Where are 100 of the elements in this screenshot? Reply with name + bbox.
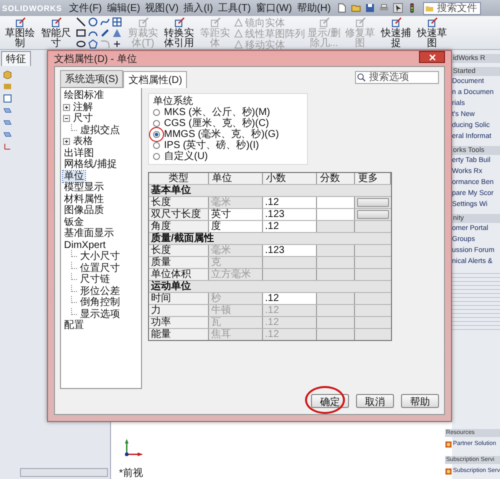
dialog-tab[interactable]: 文档属性(D) xyxy=(123,71,188,88)
ellipse-icon[interactable] xyxy=(76,39,86,49)
table-cell[interactable]: .123 xyxy=(263,245,317,256)
table-cell[interactable] xyxy=(263,269,317,280)
line-icon[interactable] xyxy=(76,17,86,27)
rectangle-icon[interactable] xyxy=(76,28,86,38)
radio-button[interactable] xyxy=(153,131,160,138)
dialog-tab[interactable]: 系统选项(S) xyxy=(60,70,124,87)
table-cell[interactable] xyxy=(317,245,355,256)
radio-label[interactable]: 自定义(U) xyxy=(164,151,208,162)
table-cell[interactable] xyxy=(317,221,355,232)
radio-button[interactable] xyxy=(153,153,160,160)
table-cell[interactable] xyxy=(317,269,355,280)
tree-item[interactable]: 尺寸链 xyxy=(79,274,111,286)
menu-item[interactable]: 工具(T) xyxy=(216,1,253,15)
sketch-tool-icon xyxy=(426,17,438,28)
expander-icon[interactable] xyxy=(63,138,70,146)
toolbar-button[interactable]: 草图绘制 xyxy=(3,17,37,49)
scroll-bar[interactable] xyxy=(20,468,108,477)
tree-item[interactable]: 尺寸 xyxy=(72,113,94,124)
table-cell[interactable] xyxy=(317,209,355,220)
radio-label[interactable]: MMGS (毫米、克、秒)(G) xyxy=(164,129,279,140)
tree-item[interactable]: 材料属性 xyxy=(63,194,105,205)
table-cell[interactable]: .12 xyxy=(263,221,317,232)
table-cell[interactable] xyxy=(317,293,355,304)
resource-icon xyxy=(445,441,452,448)
tree-item[interactable]: 表格 xyxy=(72,136,94,148)
table-cell[interactable]: 英寸 xyxy=(209,209,263,220)
folder-icon[interactable] xyxy=(350,3,361,13)
tree-item[interactable]: 位置尺寸 xyxy=(79,262,121,274)
pointer-icon[interactable] xyxy=(392,3,403,13)
tree-item[interactable]: 形位公差 xyxy=(79,286,121,297)
column-header: 分数 xyxy=(317,173,355,184)
tree-item[interactable]: 绘图标准 xyxy=(63,90,105,102)
search-field[interactable]: 搜索选项 xyxy=(355,71,439,84)
close-button[interactable] xyxy=(419,51,445,63)
sketch-tool-icon xyxy=(138,17,148,28)
circle-icon[interactable] xyxy=(88,17,98,27)
tree-item[interactable]: 图像品质 xyxy=(63,205,105,216)
tree-item[interactable]: 网格线/捕捉 xyxy=(63,159,118,170)
axis-triad-drawing xyxy=(123,438,145,458)
table-cell[interactable]: .12 xyxy=(263,293,317,304)
radio-label[interactable]: CGS (厘米、克、秒)(C) xyxy=(164,118,269,129)
tree-item[interactable]: 模型显示 xyxy=(63,182,105,194)
tree-item[interactable]: 配置 xyxy=(63,320,85,332)
table-cell[interactable]: .123 xyxy=(263,209,317,220)
tree-item[interactable]: 显示选项 xyxy=(79,308,121,320)
tree-item[interactable]: 基准面显示 xyxy=(63,228,115,240)
spline-icon[interactable] xyxy=(100,17,110,27)
table-cell[interactable] xyxy=(317,329,355,340)
tree-item[interactable]: 虚拟交点 xyxy=(79,124,121,136)
menu-item[interactable]: 文件(F) xyxy=(67,1,104,15)
menu-item[interactable]: 帮助(H) xyxy=(294,1,333,15)
column-header: 小数 xyxy=(263,173,317,184)
radio-label[interactable]: IPS (英寸、磅、秒)(I) xyxy=(164,140,259,151)
dialog-button[interactable]: 帮助 xyxy=(401,394,439,408)
tree-item[interactable]: 钣金 xyxy=(63,216,85,228)
radio-label[interactable]: MKS (米、公斤、秒)(M) xyxy=(164,107,270,118)
menu-item[interactable]: 视图(V) xyxy=(143,1,181,15)
sketch-tool-icon xyxy=(318,17,330,28)
radio-button[interactable] xyxy=(153,109,160,116)
toolbar-button[interactable]: 快速草图 xyxy=(415,17,449,49)
tree-item[interactable]: 倒角控制 xyxy=(79,297,121,308)
tree-item[interactable]: 大小尺寸 xyxy=(79,251,121,262)
menu-item[interactable]: 插入(I) xyxy=(182,1,216,15)
tree-item[interactable]: DimXpert xyxy=(63,240,107,251)
dialog-button[interactable]: 取消 xyxy=(356,394,394,408)
tree-item[interactable]: 注解 xyxy=(72,102,94,113)
tree-item[interactable]: 出详图 xyxy=(63,148,95,159)
toolbar-button[interactable]: 快速捕捉 xyxy=(379,17,413,49)
table-cell[interactable] xyxy=(263,257,317,268)
toolbar-button[interactable]: 智能尺寸 xyxy=(39,17,73,49)
polygon-icon[interactable] xyxy=(88,39,98,49)
radio-button[interactable] xyxy=(153,120,160,127)
menu-item[interactable]: 编辑(E) xyxy=(104,1,142,15)
table-cell[interactable]: .12 xyxy=(263,197,317,208)
panel-tab[interactable]: 特征 xyxy=(1,51,31,66)
tree-item[interactable]: 单位 xyxy=(63,170,85,182)
sketch-tool-icon xyxy=(390,17,402,28)
table-cell[interactable] xyxy=(317,197,355,208)
table-cell[interactable] xyxy=(317,317,355,328)
table-cell[interactable]: 度 xyxy=(209,221,263,232)
pen-icon[interactable] xyxy=(100,28,110,38)
menu-item[interactable]: 窗口(W) xyxy=(254,1,294,15)
new-document-icon[interactable] xyxy=(336,3,347,13)
expander-icon[interactable] xyxy=(63,115,70,122)
print-icon[interactable] xyxy=(378,3,389,13)
radio-button[interactable] xyxy=(153,142,160,149)
dialog-button[interactable]: 确定 xyxy=(311,394,349,408)
point-icon[interactable] xyxy=(112,39,122,49)
grid-icon[interactable] xyxy=(112,17,122,27)
save-icon[interactable] xyxy=(364,3,375,13)
table-cell[interactable] xyxy=(317,257,355,268)
table-cell[interactable] xyxy=(317,305,355,316)
expander-icon[interactable] xyxy=(63,104,70,111)
origin-icon[interactable] xyxy=(3,142,12,151)
sketch-tool-icon xyxy=(14,17,26,28)
part-icon[interactable] xyxy=(3,70,12,79)
toolbar-button[interactable]: 转换实体引用 xyxy=(162,17,196,49)
sketch-tool-icon xyxy=(174,17,184,28)
